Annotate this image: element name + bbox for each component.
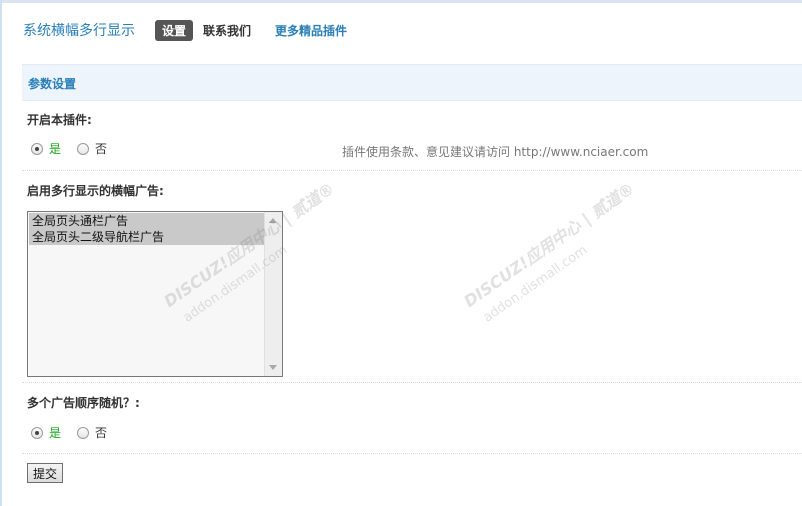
section-title: 参数设置 [28, 77, 77, 91]
enable-plugin-label: 开启本插件: [27, 113, 92, 127]
random-order-radio-group: 是 否 [31, 424, 107, 441]
section-header: 参数设置 [22, 64, 802, 101]
divider [22, 170, 802, 171]
enable-plugin-yes-radio[interactable] [31, 142, 43, 155]
plugin-title: 系统横幅多行显示 [23, 23, 135, 39]
tab-more-plugins[interactable]: 更多精品插件 [275, 22, 347, 39]
random-order-yes-label[interactable]: 是 [49, 424, 61, 441]
top-border [0, 0, 802, 3]
divider [22, 382, 802, 383]
enable-plugin-radio-group: 是 否 [31, 140, 107, 157]
random-order-no-radio[interactable] [77, 426, 90, 439]
submit-button[interactable]: 提交 [27, 463, 64, 483]
banner-ads-listbox[interactable]: 全局页头通栏广告 全局页头二级导航栏广告 [27, 211, 283, 377]
enable-plugin-yes-label[interactable]: 是 [49, 140, 61, 157]
listbox-option-subnav-banner[interactable]: 全局页头二级导航栏广告 [29, 229, 265, 245]
listbox-option-header-banner[interactable]: 全局页头通栏广告 [29, 213, 265, 229]
tab-settings[interactable]: 设置 [155, 19, 194, 41]
plugin-header: 系统横幅多行显示 设置 联系我们 更多精品插件 [23, 18, 347, 42]
watermark-logo: DISCUZ!应用中心 | 贰道® addon.dismall.com [455, 179, 675, 360]
random-order-no-label[interactable]: 否 [95, 424, 107, 441]
enable-plugin-no-label[interactable]: 否 [95, 140, 107, 157]
scroll-up-icon[interactable] [269, 218, 277, 223]
divider [22, 453, 802, 454]
plugin-terms-hint: 插件使用条款、意见建议请访问 http://www.nciaer.com [342, 145, 649, 159]
listbox-items: 全局页头通栏广告 全局页头二级导航栏广告 [29, 213, 265, 245]
tab-contact[interactable]: 联系我们 [203, 22, 251, 39]
scroll-down-icon[interactable] [269, 365, 277, 370]
random-order-yes-radio[interactable] [31, 426, 43, 439]
watermark-text: DISCUZ!应用中心 | 贰道® [460, 178, 638, 312]
listbox-scrollbar[interactable] [264, 212, 282, 376]
random-order-label: 多个广告顺序随机？: [27, 396, 140, 410]
enable-plugin-no-radio[interactable] [77, 142, 90, 155]
left-border [0, 0, 2, 506]
banner-ads-label: 启用多行显示的横幅广告: [27, 184, 164, 198]
watermark-url: addon.dismall.com [480, 242, 591, 326]
